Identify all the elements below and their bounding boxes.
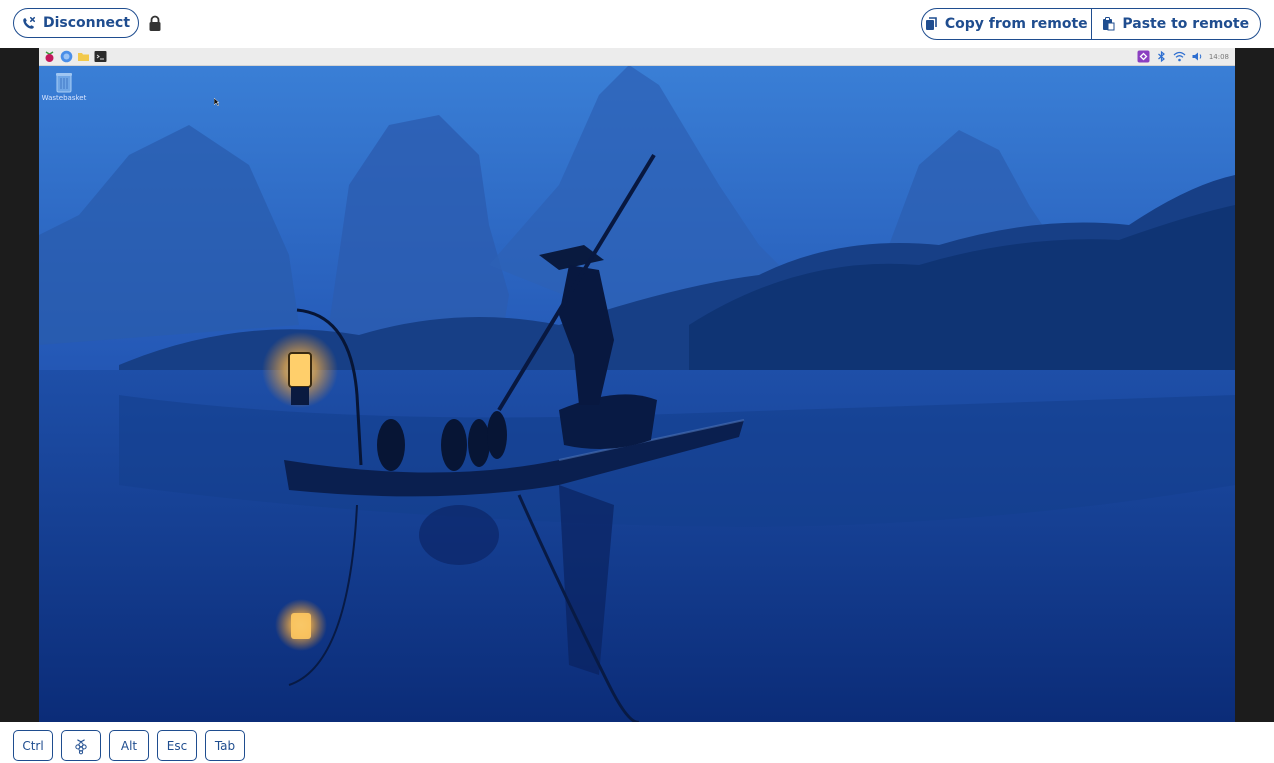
phone-disconnect-icon xyxy=(23,16,35,29)
esc-key-label: Esc xyxy=(166,738,188,753)
terminal-icon[interactable] xyxy=(94,50,107,63)
wastebasket-label: Wastebasket xyxy=(41,94,87,102)
remote-taskbar: 14:08 xyxy=(39,48,1235,66)
desktop-wallpaper xyxy=(39,65,1235,722)
special-keys-bar: Ctrl Alt Esc Tab xyxy=(0,722,1274,763)
raspberry-menu-icon[interactable] xyxy=(43,50,56,63)
mouse-cursor-icon xyxy=(214,98,219,106)
file-manager-icon[interactable] xyxy=(77,50,90,63)
clipboard-paste-icon xyxy=(1103,17,1115,31)
vnc-icon[interactable] xyxy=(1137,50,1150,63)
ctrl-key-button[interactable]: Ctrl xyxy=(13,730,53,761)
volume-icon[interactable] xyxy=(1191,50,1204,63)
paste-to-remote-button[interactable]: Paste to remote xyxy=(1090,9,1261,39)
tab-key-label: Tab xyxy=(214,738,236,753)
paste-to-remote-label: Paste to remote xyxy=(1122,16,1250,32)
copy-from-remote-label: Copy from remote xyxy=(944,16,1088,32)
system-tray: 14:08 xyxy=(1137,49,1229,64)
wifi-icon[interactable] xyxy=(1173,50,1186,63)
wastebasket-icon[interactable] xyxy=(52,70,76,94)
taskbar-clock: 14:08 xyxy=(1208,52,1229,61)
remote-desktop-screen[interactable]: 14:08 Wastebasket xyxy=(39,48,1235,722)
alt-key-button[interactable]: Alt xyxy=(109,730,149,761)
tab-key-button[interactable]: Tab xyxy=(205,730,245,761)
copy-from-remote-button[interactable]: Copy from remote xyxy=(922,9,1091,39)
ctrl-key-label: Ctrl xyxy=(22,738,44,753)
alt-key-label: Alt xyxy=(120,738,138,753)
web-browser-icon[interactable] xyxy=(60,50,73,63)
top-toolbar: Disconnect Copy from remote Paste to rem… xyxy=(0,0,1274,48)
esc-key-button[interactable]: Esc xyxy=(157,730,197,761)
clipboard-copy-icon xyxy=(925,17,937,30)
clipboard-button-group: Copy from remote Paste to remote xyxy=(921,8,1261,40)
bluetooth-icon[interactable] xyxy=(1155,50,1168,63)
remote-viewer[interactable]: 14:08 Wastebasket xyxy=(0,48,1274,722)
raspberry-key-button[interactable] xyxy=(61,730,101,761)
lock-icon xyxy=(149,15,161,31)
raspberry-icon xyxy=(75,738,87,754)
disconnect-button[interactable]: Disconnect xyxy=(13,8,139,38)
disconnect-label: Disconnect xyxy=(42,15,131,31)
